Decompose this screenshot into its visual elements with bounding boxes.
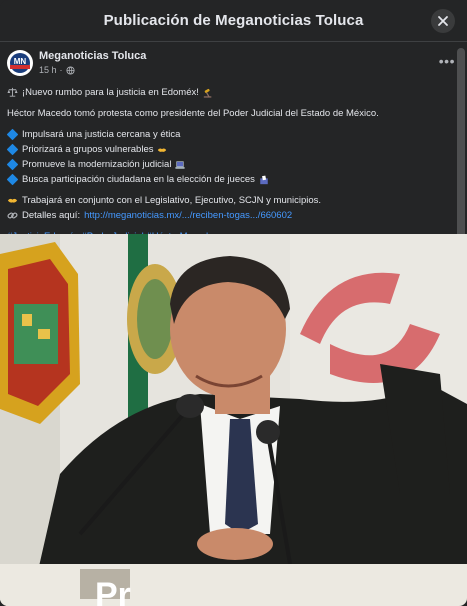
handshake-icon [158,148,167,152]
details-link[interactable]: http://meganoticias.mx/.../reciben-togas… [84,208,292,223]
modal-title: Publicación de Meganoticias Toluca [103,12,364,29]
details-label: Detalles aquí: [22,210,81,221]
close-button[interactable] [431,9,455,33]
bullet-item: Impulsará una justicia cercana y ética [6,127,455,142]
intro-text: Héctor Macedo tomó protesta como preside… [7,108,379,119]
post-modal: Publicación de Meganoticias Toluca MN Me… [0,0,467,606]
headline-line: ¡Nuevo rumbo para la justicia en Edoméx! [7,85,455,100]
post-meta: 15 h · [39,65,75,75]
bullet-text: Busca participación ciudadana en la elec… [22,174,255,185]
bullet-item: Priorizará a grupos vulnerables [6,142,455,157]
details-line: Detalles aquí: http://meganoticias.mx/..… [7,208,455,223]
collab-line: Trabajará en conjunto con el Legislativo… [7,193,455,208]
diamond-icon [6,173,19,186]
scales-icon [7,87,18,97]
more-options-icon: ••• [438,53,455,69]
diamond-icon [6,128,19,141]
post-text: ¡Nuevo rumbo para la justicia en Edoméx!… [6,85,455,244]
more-options-button[interactable]: ••• [439,53,455,69]
handshake-icon [7,198,18,203]
close-icon [438,16,448,26]
image-caption: Pr [95,576,131,606]
link-icon [7,212,18,219]
bullet-text: Impulsará una justicia cercana y ética [22,129,181,140]
post-time[interactable]: 15 h [39,65,57,75]
laptop-icon [175,160,186,169]
avatar-text: MN [14,57,27,66]
gavel-icon [203,88,212,98]
post-photo[interactable]: Pr [0,234,467,606]
bullet-text: Priorizará a grupos vulnerables [22,144,154,155]
author-name[interactable]: Meganoticias Toluca [39,50,146,62]
globe-icon [65,65,75,75]
ballot-box-icon [260,175,268,184]
post-header: MN Meganoticias Toluca 15 h · ••• [7,50,457,80]
bullet-item: Promueve la modernización judicial [6,157,455,172]
collab-text: Trabajará en conjunto con el Legislativo… [22,195,322,206]
meta-separator: · [59,65,63,75]
bullet-item: Busca participación ciudadana en la elec… [6,172,455,187]
podium [0,564,467,606]
avatar[interactable]: MN [7,50,33,76]
photo-illustration: Pr [0,234,467,606]
intro-line: Héctor Macedo tomó protesta como preside… [7,106,455,121]
headline-text: ¡Nuevo rumbo para la justicia en Edoméx! [22,87,199,98]
diamond-icon [6,143,19,156]
modal-header: Publicación de Meganoticias Toluca [0,0,467,42]
meganoticias-logo-icon: MN [8,51,32,75]
diamond-icon [6,158,19,171]
bullet-text: Promueve la modernización judicial [22,159,172,170]
